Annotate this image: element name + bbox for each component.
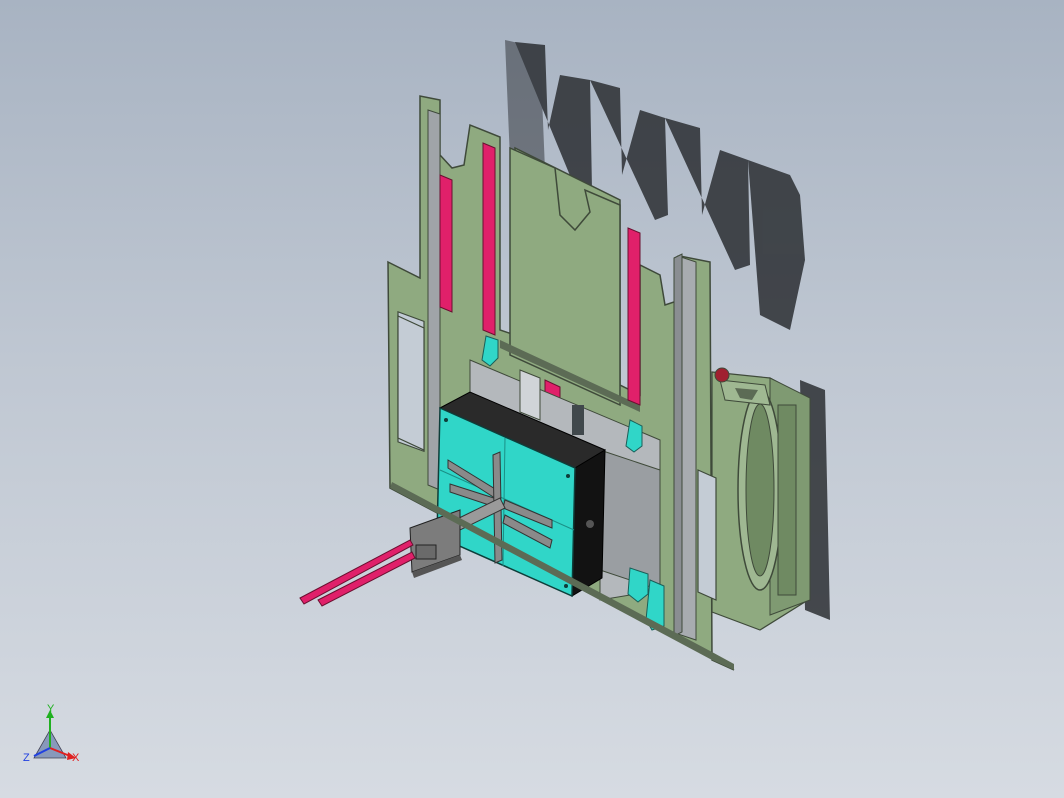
cad-viewport[interactable]: Y X Z [0, 0, 1064, 798]
axis-triad[interactable]: Y X Z [23, 703, 80, 764]
triad-z-label: Z [23, 752, 30, 764]
model-drawing: Y X Z [23, 40, 830, 764]
triad-y-label: Y [47, 703, 55, 715]
side-frame [711, 367, 811, 631]
triad-x-label: X [72, 752, 80, 764]
magenta-pins [299, 539, 416, 607]
